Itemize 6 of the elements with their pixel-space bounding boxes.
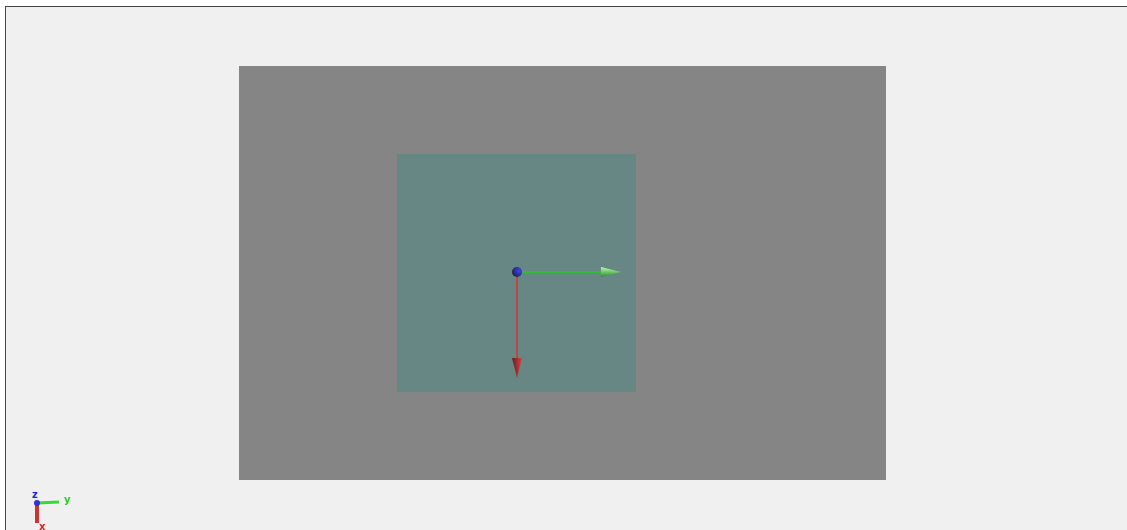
axis-label: x — [39, 521, 46, 530]
origin-sphere — [512, 267, 522, 277]
3d-viewport[interactable]: z y x — [5, 6, 1127, 530]
axis-label: z — [32, 489, 38, 500]
axis-label: y — [64, 494, 71, 505]
axis-triad-icon — [34, 500, 60, 523]
